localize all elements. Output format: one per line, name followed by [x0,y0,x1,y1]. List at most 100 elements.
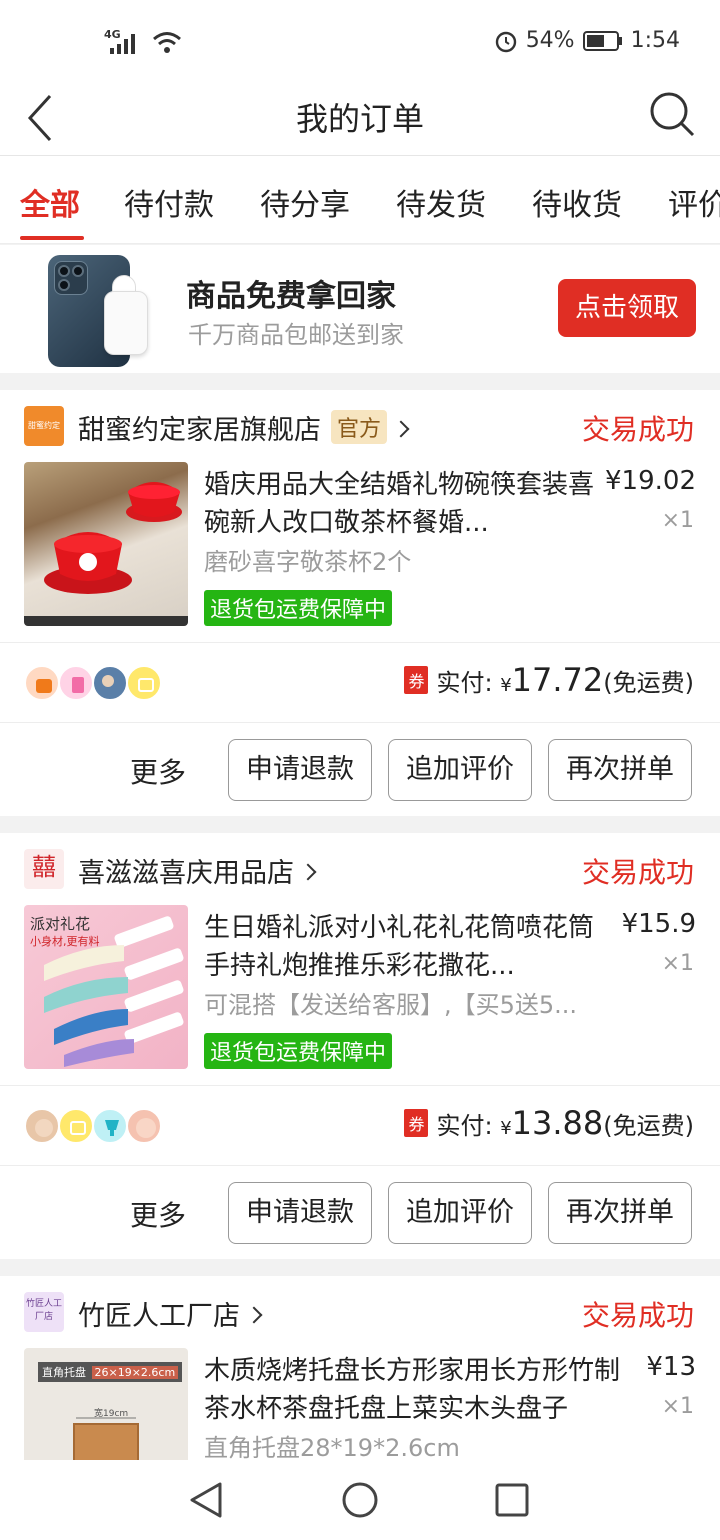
product-price: ¥15.9 [621,909,696,939]
promo-banner[interactable]: 商品免费拿回家 千万商品包邮送到家 点击领取 [0,245,720,373]
paid-amount: 券实付: ¥13.88(免运费) [404,1104,694,1142]
product-thumbnail[interactable]: 直角托盘 26×19×2.6cm 宽19cm [24,1348,188,1460]
store-logo: 甜蜜约定 [24,406,64,446]
search-icon[interactable] [648,90,696,138]
refund-button[interactable]: 申请退款 [228,739,372,801]
product-price: ¥19.02 [605,466,696,496]
system-nav-bar [0,1460,720,1540]
tab-pending-shipment[interactable]: 待发货 [396,180,486,224]
tab-pending-receipt[interactable]: 待收货 [532,180,622,224]
product-row[interactable]: 直角托盘 26×19×2.6cm 宽19cm 木质烧烤托盘长方形家用长方形竹制茶… [0,1348,720,1460]
avatar [126,1108,162,1144]
store-row[interactable]: 囍 喜滋滋喜庆用品店 交易成功 [0,833,720,903]
tab-all[interactable]: 全部 [20,180,80,224]
official-tag: 官方 [331,410,388,444]
more-button[interactable]: 更多 [130,1194,186,1234]
reorder-button[interactable]: 再次拼单 [548,739,692,801]
store-row[interactable]: 甜蜜约定 甜蜜约定家居旗舰店 官方 交易成功 [0,390,720,460]
more-button[interactable]: 更多 [130,751,186,791]
avatar [126,665,162,701]
promo-title: 商品免费拿回家 [186,279,396,314]
add-review-button[interactable]: 追加评价 [388,739,532,801]
product-row[interactable]: 派对礼花 小身材,更有料 生日婚礼派对小礼花礼花筒喷花筒手持礼炮推推乐彩花撒花.… [0,905,720,1075]
avatar [58,665,94,701]
product-thumbnail[interactable]: 派对礼花 小身材,更有料 [24,905,188,1069]
signal-area: 4G [104,24,182,56]
order-status: 交易成功 [581,1299,694,1332]
status-right: 54% 1:54 [494,28,680,53]
wifi-icon [153,32,181,53]
battery-icon [582,30,622,51]
action-row: 更多 申请退款 追加评价 再次拼单 [0,1165,720,1261]
avatar [24,1108,60,1144]
claim-button[interactable]: 点击领取 [558,279,696,337]
action-row: 更多 申请退款 追加评价 再次拼单 [0,722,720,818]
nav-home-icon[interactable] [340,1480,380,1520]
store-name[interactable]: 喜滋滋喜庆用品店 [78,851,317,890]
order-status: 交易成功 [581,413,694,446]
product-spec: 磨砂喜字敬茶杯2个 [204,548,412,576]
refund-button[interactable]: 申请退款 [228,1182,372,1244]
tea-cups-image [24,482,188,626]
product-title: 木质烧烤托盘长方形家用长方形竹制茶水杯茶盘托盘上菜实木头盘子 [204,1356,621,1424]
promo-subtitle: 千万商品包邮送到家 [188,321,404,349]
product-quantity: ×1 [661,508,694,533]
payment-row: 券实付: ¥13.88(免运费) [0,1085,720,1165]
add-review-button[interactable]: 追加评价 [388,1182,532,1244]
product-title: 生日婚礼派对小礼花礼花筒喷花筒手持礼炮推推乐彩花撒花... [204,913,594,981]
product-quantity: ×1 [661,1394,694,1419]
order-card: 竹匠人工厂店 竹匠人工厂店 交易成功 直角托盘 26×19×2.6cm 宽19c… [0,1276,720,1460]
tab-pending-payment[interactable]: 待付款 [124,180,214,224]
payment-row: 券实付: ¥17.72(免运费) [0,642,720,722]
order-status: 交易成功 [581,856,694,889]
product-spec: 直角托盘28*19*2.6cm [204,1434,460,1460]
avatar [24,665,60,701]
thumbnail-title: 派对礼花 [30,915,91,933]
product-thumbnail[interactable] [24,462,188,626]
network-label: 4G [104,28,121,41]
store-name[interactable]: 竹匠人工厂店 [78,1294,263,1333]
nav-back-icon[interactable] [188,1480,224,1520]
status-bar: 4G 54% 1:54 [0,0,720,80]
chevron-right-icon [299,863,317,881]
store-row[interactable]: 竹匠人工厂店 竹匠人工厂店 交易成功 [0,1276,720,1346]
camera-module [54,261,88,295]
clock: 1:54 [630,28,680,53]
order-tabs: 全部 待付款 待分享 待发货 待收货 评价 [0,156,720,244]
earbuds-case-image [104,291,148,355]
tab-review[interactable]: 评价 [668,180,720,224]
return-shipping-badge: 退货包运费保障中 [204,590,393,626]
store-logo: 囍 [24,849,64,889]
store-name[interactable]: 甜蜜约定家居旗舰店 官方 [78,408,410,447]
coupon-icon: 券 [404,666,429,694]
coupon-icon: 券 [404,1109,429,1137]
return-shipping-badge: 退货包运费保障中 [204,1033,393,1069]
thumbnail-measure: 宽19cm [94,1409,129,1419]
avatar [92,665,128,701]
battery-percent: 54% [525,28,575,53]
avatar [58,1108,94,1144]
page-title: 我的订单 [295,100,424,138]
avatar [92,1108,128,1144]
store-logo: 竹匠人工厂店 [24,1292,64,1332]
product-title: 婚庆用品大全结婚礼物碗筷套装喜碗新人改口敬茶杯餐婚... [204,470,594,538]
group-avatars [24,665,162,701]
tab-pending-share[interactable]: 待分享 [260,180,350,224]
product-spec: 可混搭【发送给客服】,【买5送5... [204,991,578,1019]
thumbnail-subtitle: 小身材,更有料 [30,935,100,948]
product-price: ¥13 [646,1352,696,1382]
chevron-right-icon [392,420,410,438]
thumbnail-title: 直角托盘 [42,1366,86,1379]
alarm-icon [495,31,516,52]
product-row[interactable]: 婚庆用品大全结婚礼物碗筷套装喜碗新人改口敬茶杯餐婚... 磨砂喜字敬茶杯2个 退… [0,462,720,632]
product-quantity: ×1 [661,951,694,976]
nav-recents-icon[interactable] [494,1482,530,1518]
app-header: 我的订单 [0,80,720,156]
group-avatars [24,1108,162,1144]
order-card: 囍 喜滋滋喜庆用品店 交易成功 派对礼花 小身材,更有料 生日婚礼派对小礼花礼花… [0,833,720,1259]
paid-amount: 券实付: ¥17.72(免运费) [404,661,694,699]
chevron-right-icon [245,1306,263,1324]
thumbnail-subtitle: 26×19×2.6cm [91,1366,179,1379]
order-card: 甜蜜约定 甜蜜约定家居旗舰店 官方 交易成功 婚庆用品大全结婚礼物碗筷套装喜碗新人… [0,390,720,816]
reorder-button[interactable]: 再次拼单 [548,1182,692,1244]
